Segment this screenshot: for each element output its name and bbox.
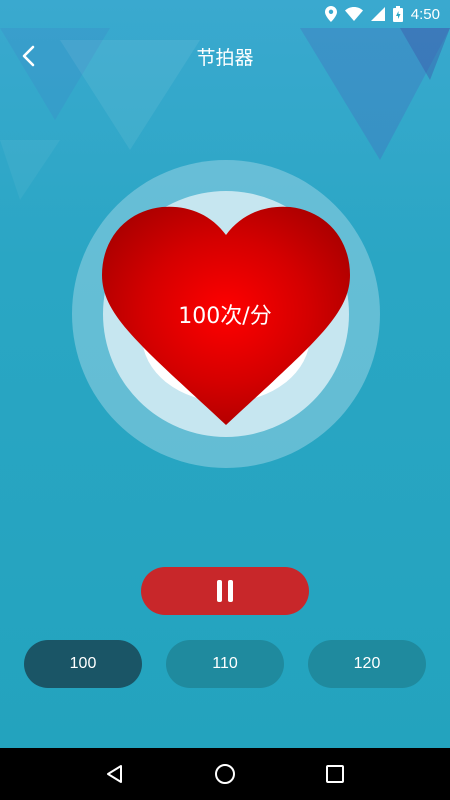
bpm-label: 100次/分 [178,304,272,329]
preset-110-button[interactable]: 110 [166,640,284,688]
back-button[interactable] [8,36,48,76]
page-title: 节拍器 [196,46,254,69]
home-circle-icon [215,764,235,784]
signal-icon [370,7,385,21]
status-bar: 4:50 [0,0,450,28]
status-time: 4:50 [410,5,440,23]
system-nav-bar [0,748,450,800]
location-icon [324,6,337,22]
app-screen: 4:50 节拍器 100次/分 100 110 120 [0,0,450,748]
nav-home-button[interactable] [205,754,245,794]
chevron-left-icon [22,45,35,67]
pause-icon [214,580,236,602]
wifi-icon [344,7,363,21]
nav-recents-button[interactable] [315,754,355,794]
recents-square-icon [326,765,344,783]
battery-icon [392,6,403,22]
preset-120-button[interactable]: 120 [308,640,426,688]
back-triangle-icon [107,765,122,783]
preset-100-button[interactable]: 100 [24,640,142,688]
pause-button[interactable] [141,567,309,615]
app-bar: 节拍器 [0,28,450,84]
nav-back-button[interactable] [95,754,135,794]
